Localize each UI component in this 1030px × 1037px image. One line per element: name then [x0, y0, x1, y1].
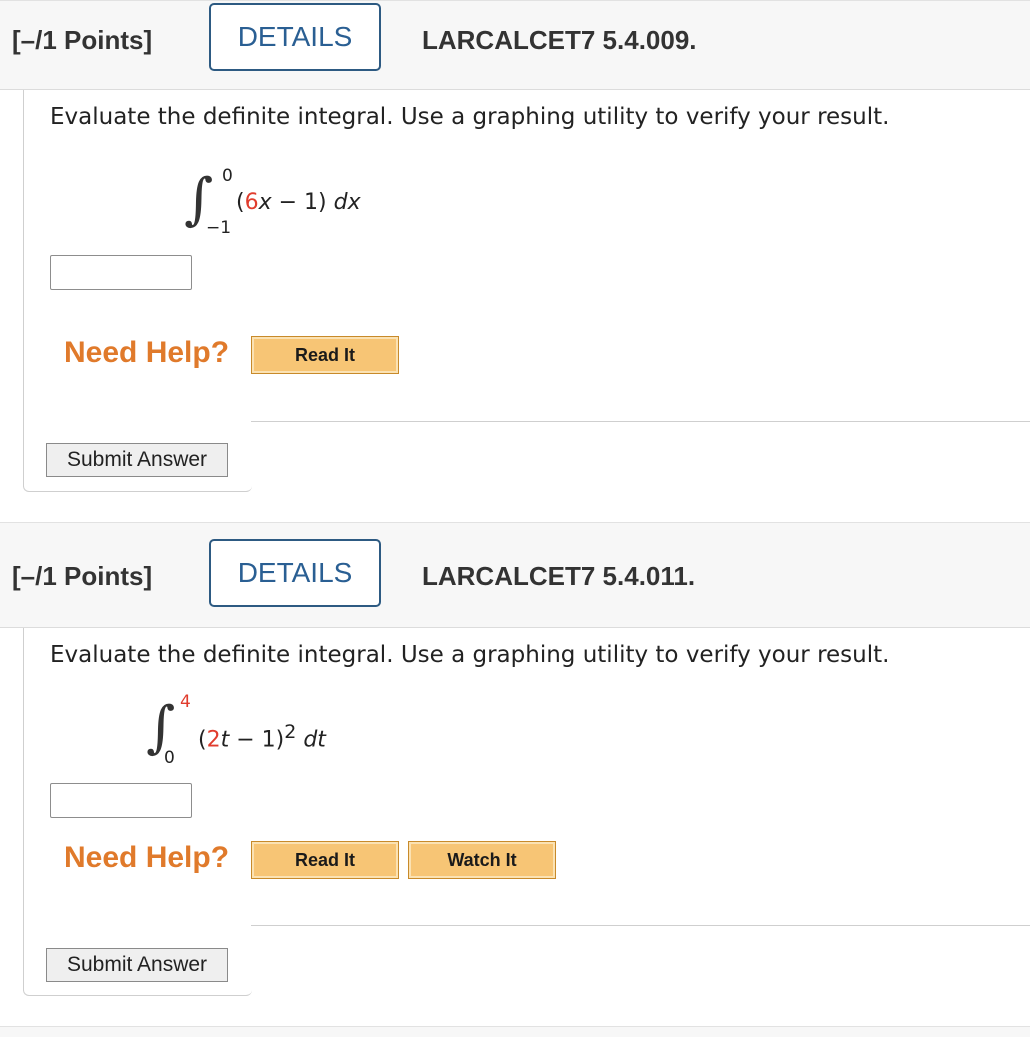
points-label: [–/1 Points] — [12, 561, 153, 591]
problem-code: LARCALCET7 5.4.009. — [422, 25, 697, 55]
answer-input[interactable] — [50, 255, 192, 290]
feedback-area — [251, 421, 1030, 422]
integrand-variable: x — [258, 190, 272, 215]
details-button[interactable]: DETAILS — [209, 3, 381, 71]
next-question-header-edge — [0, 1026, 1030, 1037]
need-help-label: Need Help? — [64, 336, 230, 369]
problem-code: LARCALCET7 5.4.011. — [422, 561, 696, 591]
integrand-coefficient: 6 — [244, 190, 259, 215]
question-card-border — [23, 90, 252, 492]
integrand-exponent: 2 — [284, 721, 297, 743]
integral-lower-limit: −1 — [206, 218, 232, 238]
integral-upper-limit: 0 — [222, 166, 233, 186]
need-help-label: Need Help? — [64, 841, 230, 874]
integrand-coefficient: 2 — [206, 727, 221, 753]
differential: dt — [303, 727, 326, 753]
integrand: (2t − 1)2 dt — [198, 721, 326, 753]
integrand: (6x − 1) dx — [236, 190, 361, 215]
question-prompt: Evaluate the definite integral. Use a gr… — [50, 104, 890, 130]
read-it-button[interactable]: Read It — [251, 336, 399, 374]
integral-upper-limit: 4 — [180, 692, 191, 712]
read-it-button[interactable]: Read It — [251, 841, 399, 879]
integral-lower-limit: 0 — [164, 748, 175, 768]
submit-answer-button[interactable]: Submit Answer — [46, 443, 228, 477]
details-button[interactable]: DETAILS — [209, 539, 381, 607]
question-header: [–/1 Points] DETAILS LARCALCET7 5.4.011. — [0, 522, 1030, 628]
differential: dx — [333, 190, 361, 215]
answer-input[interactable] — [50, 783, 192, 818]
integrand-variable: t — [220, 727, 230, 753]
feedback-area — [251, 925, 1030, 926]
watch-it-button[interactable]: Watch It — [408, 841, 556, 879]
points-label: [–/1 Points] — [12, 25, 153, 55]
submit-answer-button[interactable]: Submit Answer — [46, 948, 228, 982]
question-header: [–/1 Points] DETAILS LARCALCET7 5.4.009. — [0, 0, 1030, 90]
question-prompt: Evaluate the definite integral. Use a gr… — [50, 642, 890, 668]
